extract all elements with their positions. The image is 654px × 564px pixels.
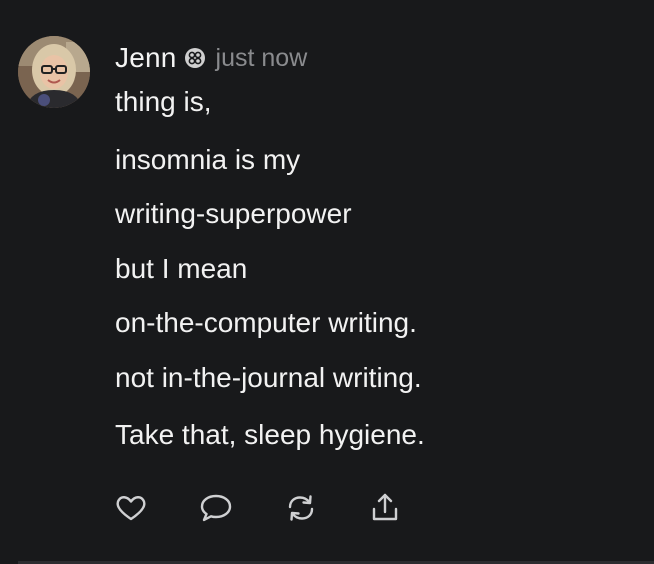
avatar[interactable] (18, 36, 90, 108)
post-line: writing-superpower (115, 198, 352, 229)
like-button[interactable] (113, 490, 149, 526)
share-icon (372, 493, 398, 521)
reply-button[interactable] (198, 490, 234, 526)
timestamp[interactable]: just now (216, 44, 308, 73)
repost-button[interactable] (283, 490, 319, 526)
post-line: thing is, (115, 86, 212, 117)
heart-icon (116, 496, 146, 521)
speech-bubble-icon (200, 494, 232, 522)
post-line: on-the-computer writing. (115, 307, 417, 338)
share-button[interactable] (367, 490, 403, 526)
author-name[interactable]: Jenn (115, 42, 177, 74)
verified-badge-icon (184, 47, 206, 69)
post-line: Take that, sleep hygiene. (115, 419, 425, 450)
post-line: insomnia is my (115, 144, 301, 175)
avatar-image (18, 36, 90, 108)
post-line: but I mean (115, 253, 248, 284)
post: Jenn just now thing is, insomnia is my w… (0, 0, 654, 564)
post-header: Jenn just now (115, 40, 307, 76)
repost-icon (288, 495, 314, 521)
post-line: not in-the-journal writing. (115, 362, 422, 393)
